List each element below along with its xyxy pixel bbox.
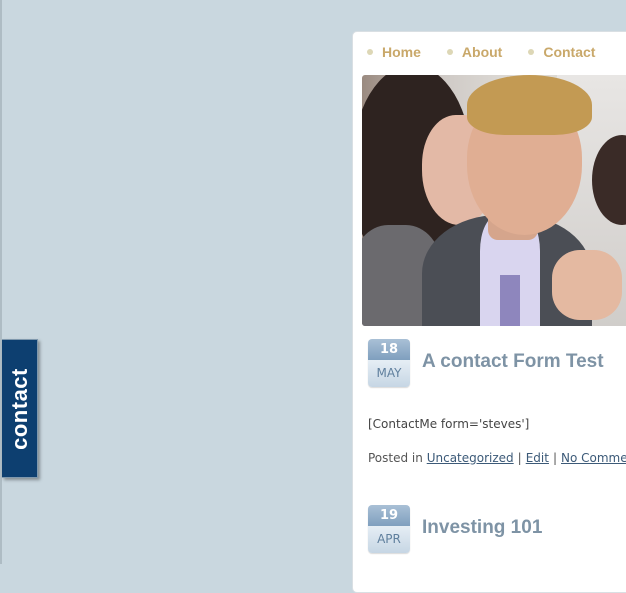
category-link[interactable]: Uncategorized xyxy=(427,451,514,465)
date-month: APR xyxy=(368,526,410,553)
content-panel: Home About Contact 18 MAY A contact Form… xyxy=(352,31,626,593)
contact-side-tab[interactable]: contact xyxy=(2,339,38,478)
nav-label: Home xyxy=(382,44,421,60)
separator: | xyxy=(552,451,557,465)
date-day: 19 xyxy=(368,505,410,526)
bullet-icon xyxy=(367,49,373,55)
separator: | xyxy=(517,451,522,465)
bullet-icon xyxy=(528,49,535,55)
nav-label: Contact xyxy=(543,44,596,60)
post-meta: Posted in Uncategorized|Edit|No Comments xyxy=(368,451,626,465)
nav-item-about[interactable]: About xyxy=(446,44,503,60)
post-title-link[interactable]: Investing 101 xyxy=(422,517,542,539)
date-month: MAY xyxy=(368,360,410,387)
nav-label: About xyxy=(461,44,503,60)
photo-man-hair xyxy=(467,75,592,135)
bullet-icon xyxy=(446,49,453,55)
header-photo xyxy=(362,75,626,326)
photo-man-tie xyxy=(500,275,520,326)
posted-in-label: Posted in xyxy=(368,451,423,465)
photo-hands xyxy=(552,250,622,320)
date-day: 18 xyxy=(368,339,410,360)
date-badge: 18 MAY xyxy=(368,339,410,387)
main-nav: Home About Contact xyxy=(367,44,621,60)
post-body: [ContactMe form='steves'] xyxy=(368,417,530,431)
nav-item-home[interactable]: Home xyxy=(367,44,421,60)
post-title-link[interactable]: A contact Form Test xyxy=(422,351,604,373)
edit-link[interactable]: Edit xyxy=(526,451,549,465)
date-badge: 19 APR xyxy=(368,505,410,553)
contact-tab-label: contact xyxy=(6,367,32,450)
comments-link[interactable]: No Comments xyxy=(561,451,626,465)
page-left-edge xyxy=(0,0,2,564)
nav-item-contact[interactable]: Contact xyxy=(528,44,595,60)
